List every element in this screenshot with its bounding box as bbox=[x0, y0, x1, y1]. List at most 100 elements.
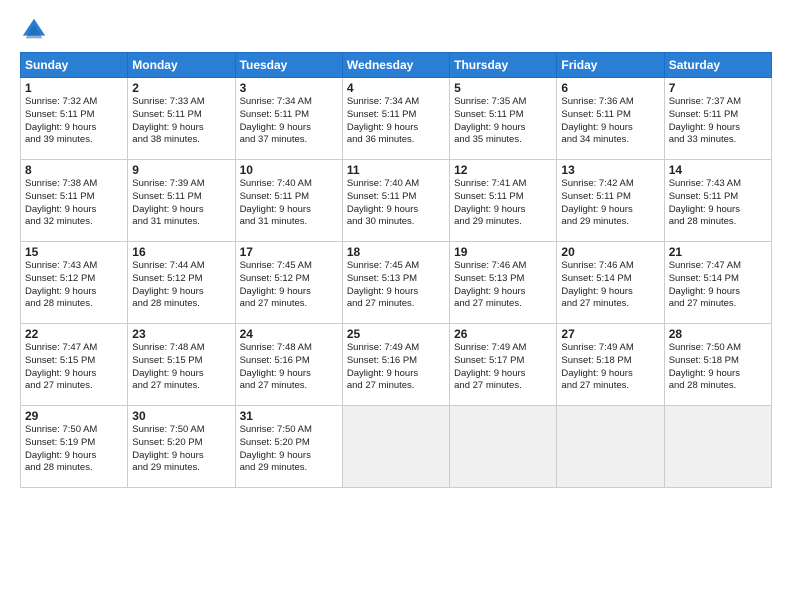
day-number: 1 bbox=[25, 81, 123, 95]
day-number: 27 bbox=[561, 327, 659, 341]
day-number: 28 bbox=[669, 327, 767, 341]
day-number: 10 bbox=[240, 163, 338, 177]
day-info: Sunrise: 7:34 AM Sunset: 5:11 PM Dayligh… bbox=[347, 96, 445, 147]
day-info: Sunrise: 7:41 AM Sunset: 5:11 PM Dayligh… bbox=[454, 178, 552, 229]
calendar-day-20: 20Sunrise: 7:46 AM Sunset: 5:14 PM Dayli… bbox=[557, 242, 664, 324]
calendar-day-9: 9Sunrise: 7:39 AM Sunset: 5:11 PM Daylig… bbox=[128, 160, 235, 242]
day-info: Sunrise: 7:48 AM Sunset: 5:16 PM Dayligh… bbox=[240, 342, 338, 393]
day-info: Sunrise: 7:37 AM Sunset: 5:11 PM Dayligh… bbox=[669, 96, 767, 147]
day-number: 31 bbox=[240, 409, 338, 423]
day-number: 20 bbox=[561, 245, 659, 259]
calendar-day-21: 21Sunrise: 7:47 AM Sunset: 5:14 PM Dayli… bbox=[664, 242, 771, 324]
calendar-header-friday: Friday bbox=[557, 53, 664, 78]
calendar-day-17: 17Sunrise: 7:45 AM Sunset: 5:12 PM Dayli… bbox=[235, 242, 342, 324]
day-number: 17 bbox=[240, 245, 338, 259]
day-info: Sunrise: 7:49 AM Sunset: 5:18 PM Dayligh… bbox=[561, 342, 659, 393]
day-info: Sunrise: 7:50 AM Sunset: 5:20 PM Dayligh… bbox=[240, 424, 338, 475]
calendar-day-13: 13Sunrise: 7:42 AM Sunset: 5:11 PM Dayli… bbox=[557, 160, 664, 242]
day-info: Sunrise: 7:46 AM Sunset: 5:13 PM Dayligh… bbox=[454, 260, 552, 311]
day-number: 30 bbox=[132, 409, 230, 423]
calendar-day-4: 4Sunrise: 7:34 AM Sunset: 5:11 PM Daylig… bbox=[342, 78, 449, 160]
day-number: 23 bbox=[132, 327, 230, 341]
day-number: 9 bbox=[132, 163, 230, 177]
calendar-day-5: 5Sunrise: 7:35 AM Sunset: 5:11 PM Daylig… bbox=[450, 78, 557, 160]
day-info: Sunrise: 7:50 AM Sunset: 5:20 PM Dayligh… bbox=[132, 424, 230, 475]
calendar-week-4: 22Sunrise: 7:47 AM Sunset: 5:15 PM Dayli… bbox=[21, 324, 772, 406]
calendar-day-24: 24Sunrise: 7:48 AM Sunset: 5:16 PM Dayli… bbox=[235, 324, 342, 406]
day-info: Sunrise: 7:45 AM Sunset: 5:13 PM Dayligh… bbox=[347, 260, 445, 311]
logo-icon bbox=[20, 16, 48, 44]
day-info: Sunrise: 7:42 AM Sunset: 5:11 PM Dayligh… bbox=[561, 178, 659, 229]
calendar-day-27: 27Sunrise: 7:49 AM Sunset: 5:18 PM Dayli… bbox=[557, 324, 664, 406]
calendar-day-empty bbox=[664, 406, 771, 488]
day-number: 7 bbox=[669, 81, 767, 95]
calendar-header-wednesday: Wednesday bbox=[342, 53, 449, 78]
calendar-table: SundayMondayTuesdayWednesdayThursdayFrid… bbox=[20, 52, 772, 488]
day-info: Sunrise: 7:33 AM Sunset: 5:11 PM Dayligh… bbox=[132, 96, 230, 147]
day-info: Sunrise: 7:47 AM Sunset: 5:14 PM Dayligh… bbox=[669, 260, 767, 311]
day-info: Sunrise: 7:50 AM Sunset: 5:18 PM Dayligh… bbox=[669, 342, 767, 393]
calendar-day-empty bbox=[557, 406, 664, 488]
calendar-day-25: 25Sunrise: 7:49 AM Sunset: 5:16 PM Dayli… bbox=[342, 324, 449, 406]
day-number: 11 bbox=[347, 163, 445, 177]
day-info: Sunrise: 7:38 AM Sunset: 5:11 PM Dayligh… bbox=[25, 178, 123, 229]
calendar-week-3: 15Sunrise: 7:43 AM Sunset: 5:12 PM Dayli… bbox=[21, 242, 772, 324]
day-number: 14 bbox=[669, 163, 767, 177]
calendar-header-monday: Monday bbox=[128, 53, 235, 78]
calendar-header-sunday: Sunday bbox=[21, 53, 128, 78]
day-number: 15 bbox=[25, 245, 123, 259]
day-info: Sunrise: 7:43 AM Sunset: 5:11 PM Dayligh… bbox=[669, 178, 767, 229]
day-info: Sunrise: 7:45 AM Sunset: 5:12 PM Dayligh… bbox=[240, 260, 338, 311]
calendar-header-row: SundayMondayTuesdayWednesdayThursdayFrid… bbox=[21, 53, 772, 78]
day-number: 2 bbox=[132, 81, 230, 95]
day-info: Sunrise: 7:43 AM Sunset: 5:12 PM Dayligh… bbox=[25, 260, 123, 311]
day-info: Sunrise: 7:49 AM Sunset: 5:16 PM Dayligh… bbox=[347, 342, 445, 393]
day-number: 26 bbox=[454, 327, 552, 341]
day-number: 5 bbox=[454, 81, 552, 95]
day-number: 22 bbox=[25, 327, 123, 341]
calendar-week-5: 29Sunrise: 7:50 AM Sunset: 5:19 PM Dayli… bbox=[21, 406, 772, 488]
calendar-day-10: 10Sunrise: 7:40 AM Sunset: 5:11 PM Dayli… bbox=[235, 160, 342, 242]
calendar-day-18: 18Sunrise: 7:45 AM Sunset: 5:13 PM Dayli… bbox=[342, 242, 449, 324]
calendar-day-19: 19Sunrise: 7:46 AM Sunset: 5:13 PM Dayli… bbox=[450, 242, 557, 324]
day-info: Sunrise: 7:34 AM Sunset: 5:11 PM Dayligh… bbox=[240, 96, 338, 147]
calendar-day-14: 14Sunrise: 7:43 AM Sunset: 5:11 PM Dayli… bbox=[664, 160, 771, 242]
calendar-day-6: 6Sunrise: 7:36 AM Sunset: 5:11 PM Daylig… bbox=[557, 78, 664, 160]
day-info: Sunrise: 7:40 AM Sunset: 5:11 PM Dayligh… bbox=[347, 178, 445, 229]
day-info: Sunrise: 7:44 AM Sunset: 5:12 PM Dayligh… bbox=[132, 260, 230, 311]
calendar-day-8: 8Sunrise: 7:38 AM Sunset: 5:11 PM Daylig… bbox=[21, 160, 128, 242]
logo bbox=[20, 16, 50, 44]
day-info: Sunrise: 7:48 AM Sunset: 5:15 PM Dayligh… bbox=[132, 342, 230, 393]
day-number: 21 bbox=[669, 245, 767, 259]
day-number: 12 bbox=[454, 163, 552, 177]
day-number: 4 bbox=[347, 81, 445, 95]
calendar-week-1: 1Sunrise: 7:32 AM Sunset: 5:11 PM Daylig… bbox=[21, 78, 772, 160]
calendar-header-thursday: Thursday bbox=[450, 53, 557, 78]
calendar-day-30: 30Sunrise: 7:50 AM Sunset: 5:20 PM Dayli… bbox=[128, 406, 235, 488]
calendar-header-saturday: Saturday bbox=[664, 53, 771, 78]
page: SundayMondayTuesdayWednesdayThursdayFrid… bbox=[0, 0, 792, 612]
calendar-day-empty bbox=[342, 406, 449, 488]
calendar-header-tuesday: Tuesday bbox=[235, 53, 342, 78]
calendar-day-26: 26Sunrise: 7:49 AM Sunset: 5:17 PM Dayli… bbox=[450, 324, 557, 406]
day-number: 16 bbox=[132, 245, 230, 259]
calendar-day-3: 3Sunrise: 7:34 AM Sunset: 5:11 PM Daylig… bbox=[235, 78, 342, 160]
calendar-day-29: 29Sunrise: 7:50 AM Sunset: 5:19 PM Dayli… bbox=[21, 406, 128, 488]
calendar-day-15: 15Sunrise: 7:43 AM Sunset: 5:12 PM Dayli… bbox=[21, 242, 128, 324]
day-info: Sunrise: 7:32 AM Sunset: 5:11 PM Dayligh… bbox=[25, 96, 123, 147]
day-number: 6 bbox=[561, 81, 659, 95]
calendar-day-31: 31Sunrise: 7:50 AM Sunset: 5:20 PM Dayli… bbox=[235, 406, 342, 488]
day-info: Sunrise: 7:47 AM Sunset: 5:15 PM Dayligh… bbox=[25, 342, 123, 393]
day-number: 8 bbox=[25, 163, 123, 177]
calendar-day-2: 2Sunrise: 7:33 AM Sunset: 5:11 PM Daylig… bbox=[128, 78, 235, 160]
header bbox=[20, 16, 772, 44]
calendar-day-16: 16Sunrise: 7:44 AM Sunset: 5:12 PM Dayli… bbox=[128, 242, 235, 324]
day-info: Sunrise: 7:40 AM Sunset: 5:11 PM Dayligh… bbox=[240, 178, 338, 229]
calendar-day-12: 12Sunrise: 7:41 AM Sunset: 5:11 PM Dayli… bbox=[450, 160, 557, 242]
calendar-day-23: 23Sunrise: 7:48 AM Sunset: 5:15 PM Dayli… bbox=[128, 324, 235, 406]
day-info: Sunrise: 7:35 AM Sunset: 5:11 PM Dayligh… bbox=[454, 96, 552, 147]
day-info: Sunrise: 7:50 AM Sunset: 5:19 PM Dayligh… bbox=[25, 424, 123, 475]
calendar-day-28: 28Sunrise: 7:50 AM Sunset: 5:18 PM Dayli… bbox=[664, 324, 771, 406]
day-info: Sunrise: 7:36 AM Sunset: 5:11 PM Dayligh… bbox=[561, 96, 659, 147]
day-number: 3 bbox=[240, 81, 338, 95]
